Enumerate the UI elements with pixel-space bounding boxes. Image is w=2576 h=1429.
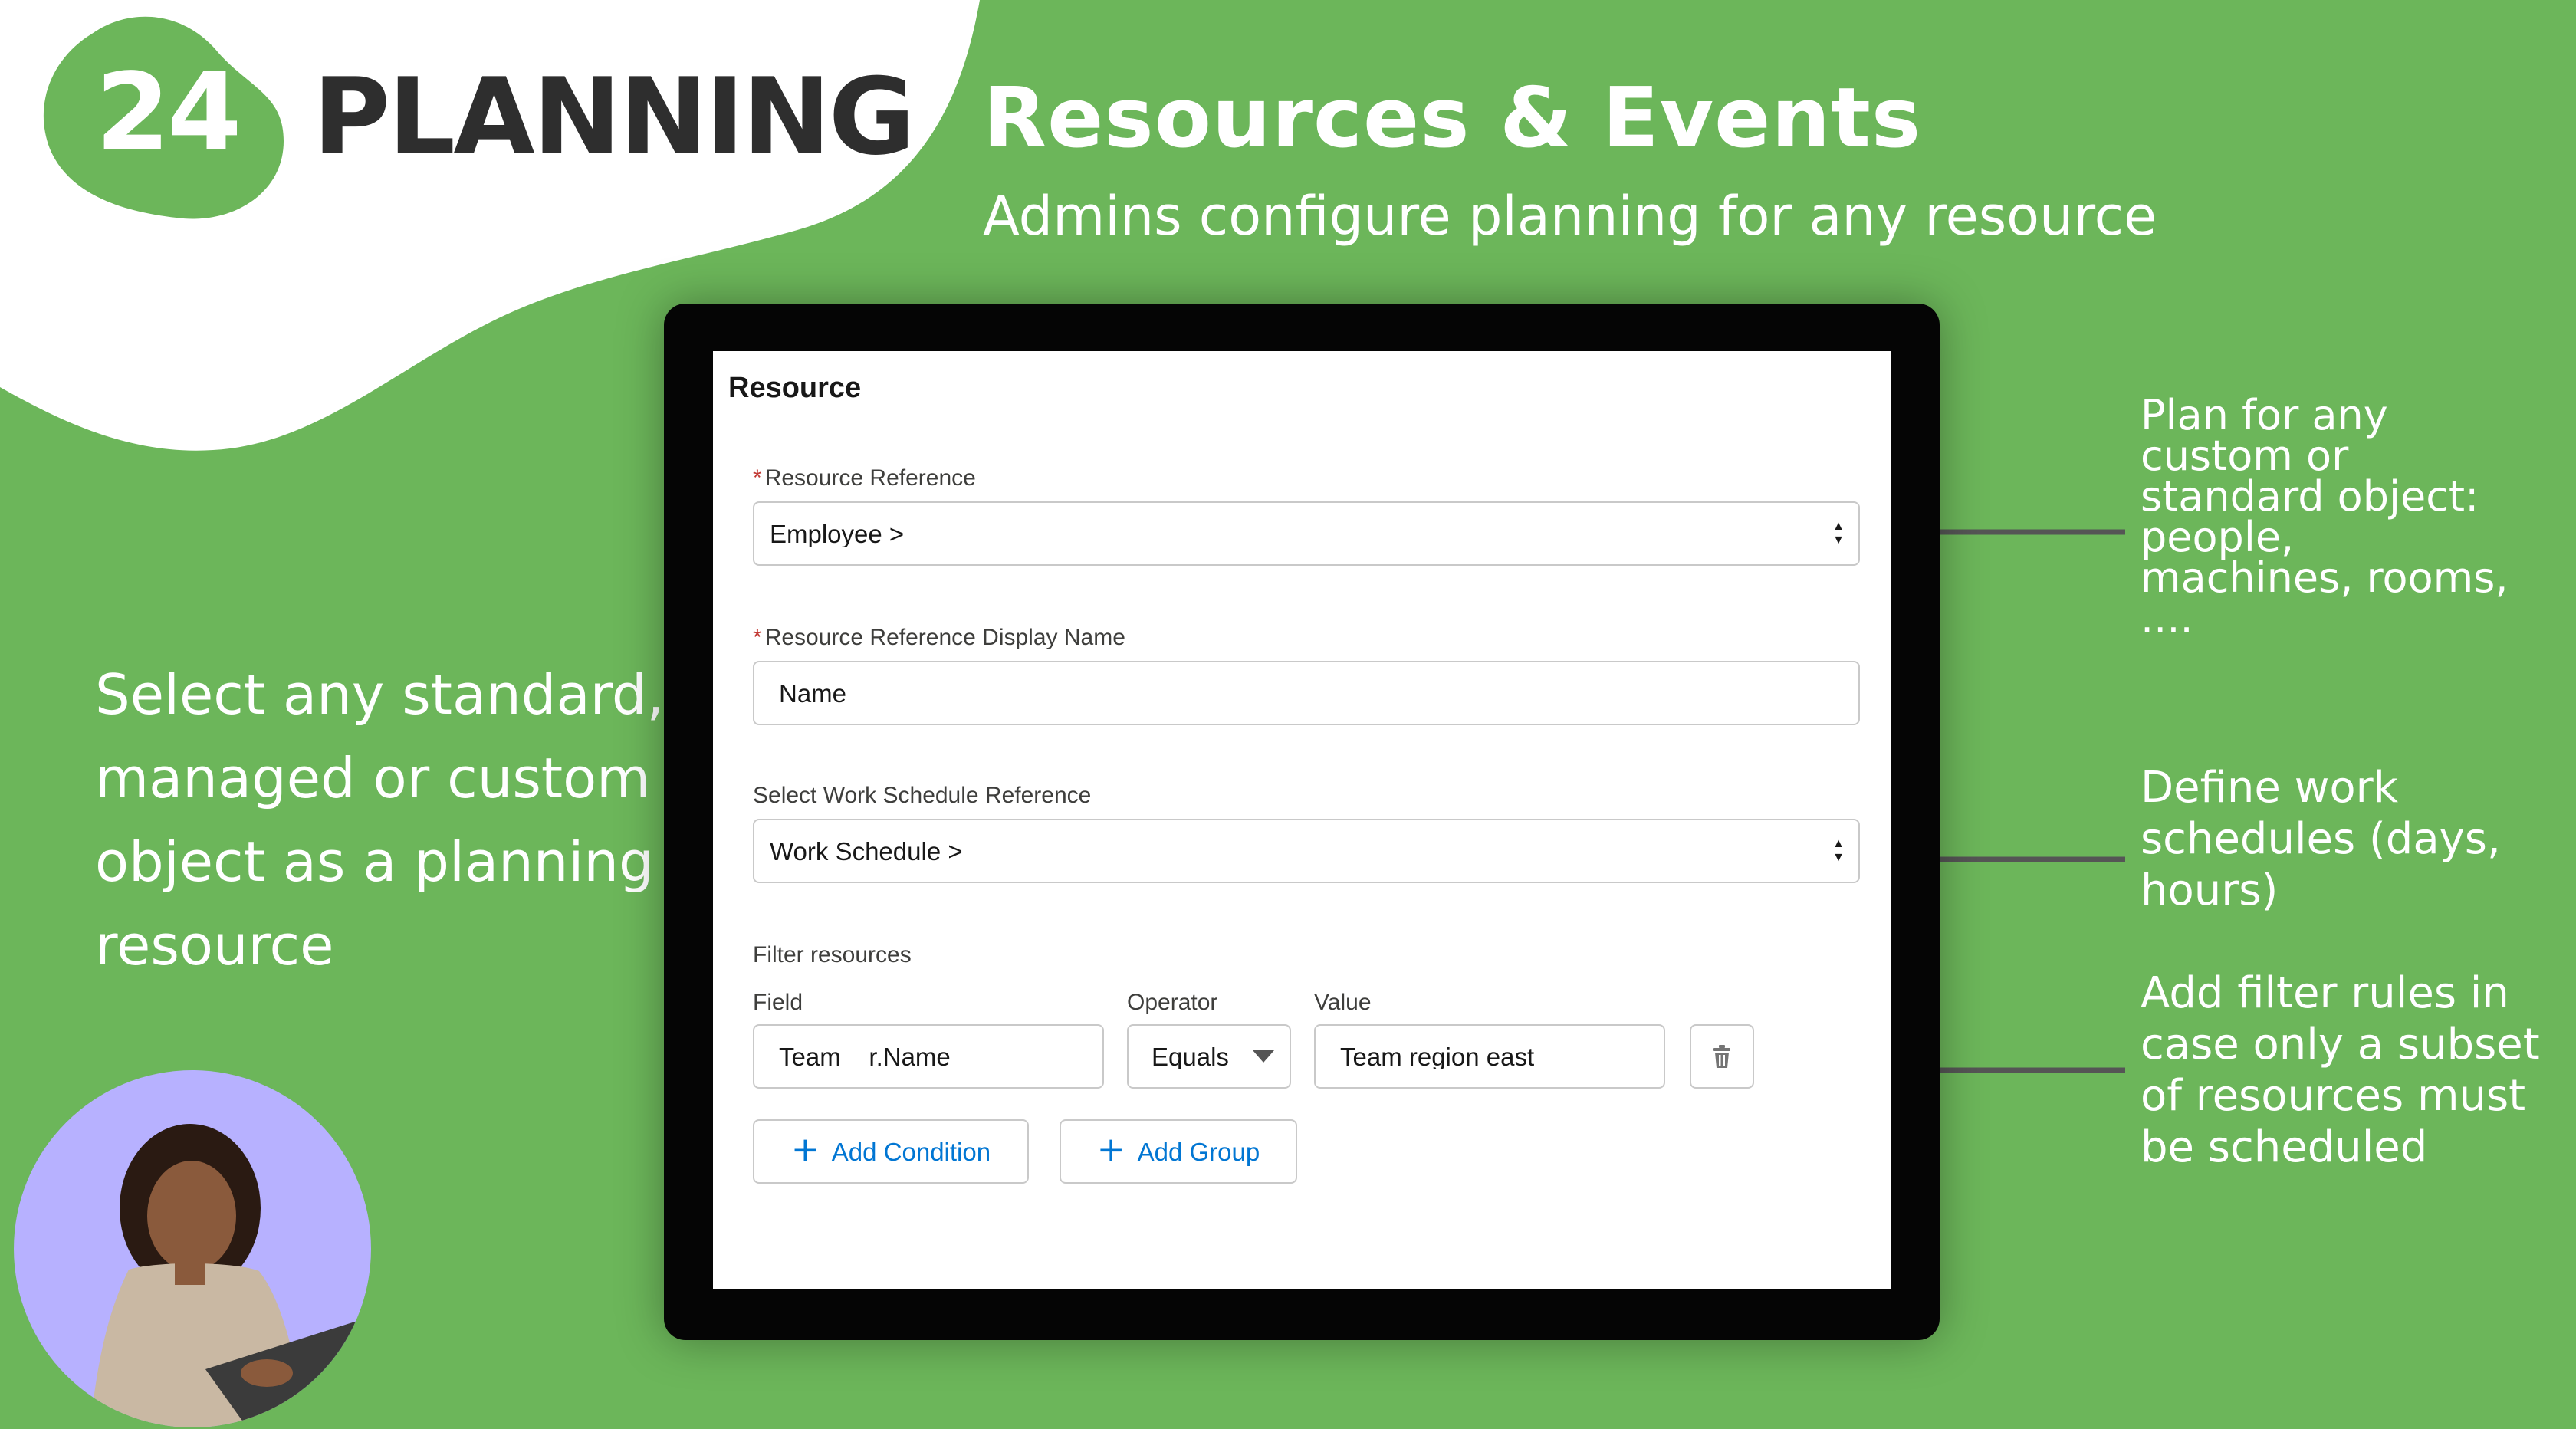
stepper-up-icon[interactable]: ▲ — [1832, 520, 1845, 534]
chevron-down-icon — [1253, 1050, 1274, 1063]
stepper-down-icon[interactable]: ▼ — [1832, 851, 1845, 865]
work-schedule-select[interactable]: Work Schedule > ▲ ▼ — [753, 819, 1860, 883]
callout-any-object: Plan for any custom or standard object: … — [2141, 391, 2509, 642]
filter-field-value: Team__r.Name — [779, 1043, 951, 1069]
filter-value-value: Team region east — [1340, 1043, 1535, 1069]
display-name-value: Name — [779, 680, 847, 706]
stepper-icon[interactable]: ▲ ▼ — [1832, 837, 1845, 865]
resource-reference-label: * Resource Reference — [753, 465, 976, 492]
filter-field-input[interactable]: Team__r.Name — [753, 1024, 1104, 1089]
filter-field-header: Field — [753, 990, 803, 1015]
left-description: Select any standard, managed or custom o… — [95, 662, 665, 977]
resource-form: Resource * Resource Reference Employee > … — [713, 351, 1891, 1289]
form-title: Resource — [728, 372, 862, 404]
hero-title: Resources & Events — [983, 71, 1922, 166]
resource-reference-label-text: Resource Reference — [764, 465, 976, 491]
add-group-button[interactable]: + Add Group — [1060, 1119, 1297, 1184]
display-name-input[interactable]: Name — [753, 661, 1860, 725]
resource-reference-value: Employee > — [770, 521, 905, 547]
trash-icon — [1714, 1045, 1730, 1068]
hero-subtitle: Admins configure planning for any resour… — [983, 185, 2157, 248]
required-mark: * — [753, 625, 762, 650]
filter-operator-select[interactable]: Equals — [1127, 1024, 1291, 1089]
add-condition-button[interactable]: + Add Condition — [753, 1119, 1029, 1184]
filter-section-label: Filter resources — [753, 942, 912, 967]
stepper-up-icon[interactable]: ▲ — [1832, 837, 1845, 851]
filter-operator-value: Equals — [1152, 1043, 1229, 1069]
add-condition-label: Add Condition — [831, 1137, 991, 1166]
logo-wordmark: PLANNING — [313, 55, 915, 179]
callout-filter-rules: Add filter rules in case only a subset o… — [2141, 968, 2540, 1172]
required-mark: * — [753, 465, 762, 491]
delete-condition-button[interactable] — [1690, 1024, 1754, 1089]
filter-operator-header: Operator — [1127, 990, 1218, 1015]
work-schedule-value: Work Schedule > — [770, 838, 963, 864]
tablet-frame: Resource * Resource Reference Employee > … — [664, 304, 1940, 1340]
resource-reference-select[interactable]: Employee > ▲ ▼ — [753, 501, 1860, 566]
filter-value-input[interactable]: Team region east — [1314, 1024, 1665, 1089]
display-name-label-text: Resource Reference Display Name — [764, 625, 1125, 650]
stepper-icon[interactable]: ▲ ▼ — [1832, 520, 1845, 547]
plus-icon: + — [790, 1130, 820, 1169]
filter-value-header: Value — [1314, 990, 1372, 1015]
stepper-down-icon[interactable]: ▼ — [1832, 534, 1845, 547]
add-group-label: Add Group — [1137, 1137, 1260, 1166]
display-name-label: * Resource Reference Display Name — [753, 624, 1125, 652]
avatar — [14, 1070, 371, 1427]
plus-icon: + — [1096, 1130, 1125, 1169]
callout-work-schedules: Define work schedules (days, hours) — [2141, 763, 2501, 915]
work-schedule-label: Select Work Schedule Reference — [753, 783, 1092, 808]
logo-number: 24 — [95, 51, 242, 176]
